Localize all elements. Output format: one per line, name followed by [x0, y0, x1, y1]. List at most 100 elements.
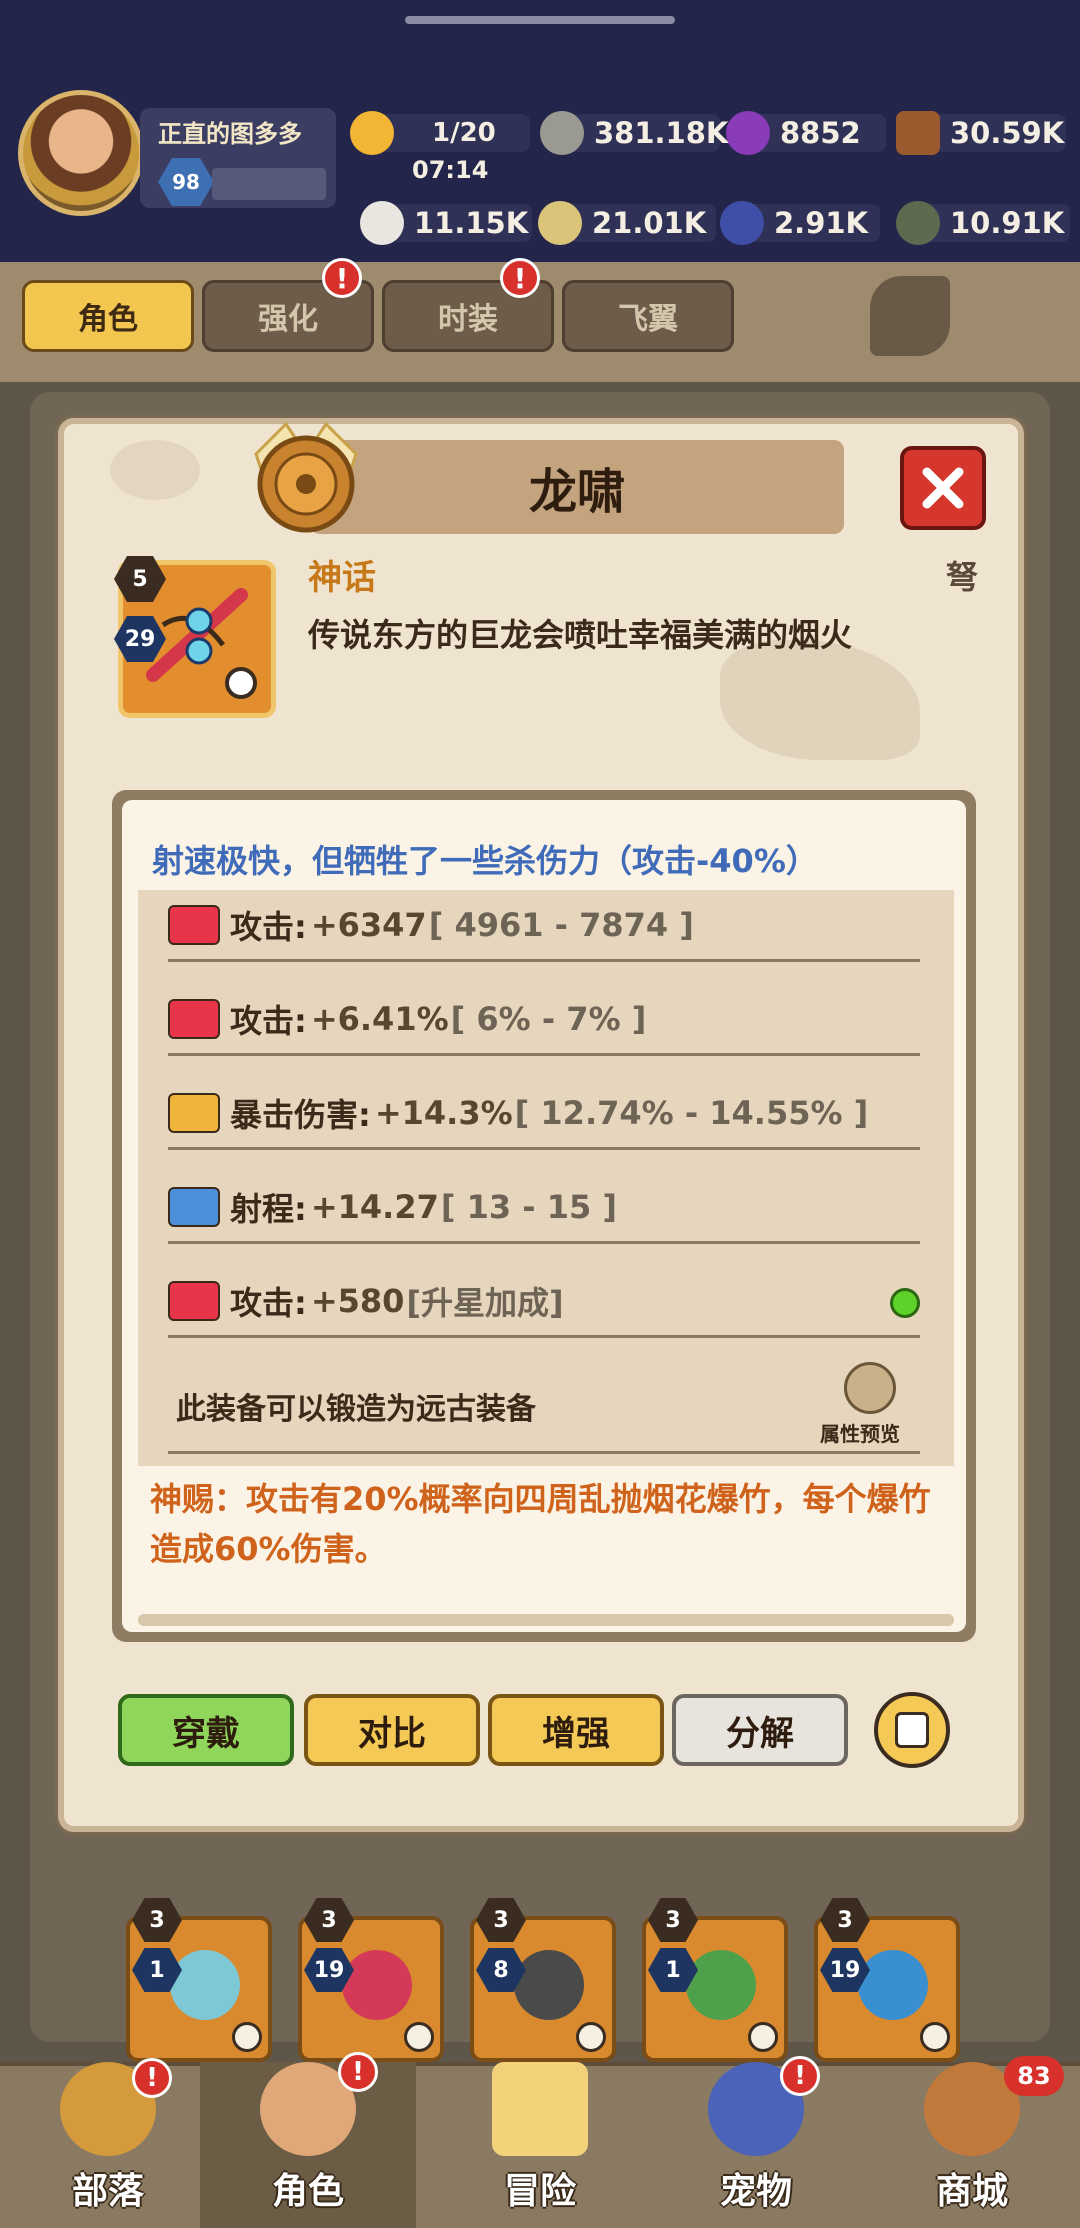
stat-range: [ 12.74% - 14.55% ]: [514, 1093, 869, 1132]
weapon-type-label: 弩: [946, 558, 979, 596]
inventory-slot[interactable]: 3 1: [126, 1898, 272, 2062]
nav-character[interactable]: 角色: [200, 2062, 416, 2228]
weapon-speed-note: 射速极快，但牺牲了一些杀伤力（攻击-40%）: [152, 842, 818, 880]
nav-label: 商城: [935, 2171, 1008, 2212]
range-icon: [168, 1186, 220, 1227]
stone-icon: [540, 111, 584, 155]
wood-resource[interactable]: 30.59K: [896, 110, 1066, 156]
crystal-value: 2.91K: [774, 206, 869, 240]
nav-label: 角色: [271, 2171, 344, 2212]
dragon-tab-icon[interactable]: [870, 276, 950, 356]
bow-item-icon: [170, 1950, 240, 2020]
attack-icon: [168, 1280, 220, 1321]
stat-value: +6347: [310, 905, 427, 944]
inventory-slot[interactable]: 3 19: [814, 1898, 960, 2062]
coin-value: 21.01K: [592, 206, 707, 240]
stone-value: 381.18K: [594, 116, 729, 150]
equip-button[interactable]: 穿戴: [118, 1694, 294, 1766]
ore-icon: [896, 201, 940, 245]
spear-item-icon: [514, 1950, 584, 2020]
player-avatar[interactable]: [18, 90, 144, 216]
purple-gem-resource[interactable]: 8852: [726, 110, 886, 156]
stat-value: +580: [310, 1281, 405, 1320]
lock-icon: [232, 2022, 262, 2052]
tab-fashion-alert-badge: !: [500, 258, 540, 298]
close-icon: [922, 467, 964, 509]
stat-range: [升星加成]: [406, 1283, 564, 1322]
close-button[interactable]: [900, 446, 986, 530]
bone-resource[interactable]: 11.15K: [360, 200, 532, 246]
item-rarity-label: 神话: [308, 558, 376, 598]
stat-name: 攻击:: [230, 1283, 307, 1322]
active-indicator-dot: [890, 1288, 920, 1318]
nav-tribe-alert-badge: !: [132, 2058, 172, 2098]
stat-name: 射程:: [230, 1189, 307, 1228]
player-exp-bar: [212, 168, 326, 200]
forge-hint: 此装备可以锻造为远古装备: [176, 1392, 536, 1427]
wood-icon: [896, 111, 940, 155]
item-description: 传说东方的巨龙会喷吐幸福美满的烟火: [308, 616, 853, 654]
stats-scrollbar[interactable]: [138, 1614, 954, 1626]
nav-pet[interactable]: 宠物: [648, 2062, 864, 2228]
compare-button[interactable]: 对比: [304, 1694, 480, 1766]
stat-name: 攻击:: [230, 1001, 307, 1040]
stamina-resource[interactable]: 1/20: [350, 110, 530, 156]
purple-gem-value: 8852: [780, 116, 861, 150]
stat-row-attack: 攻击: +6347 [ 4961 - 7874 ]: [168, 890, 920, 962]
attack-icon: [168, 998, 220, 1039]
stat-row-range: 射程: +14.27 [ 13 - 15 ]: [168, 1172, 920, 1244]
coin-resource[interactable]: 21.01K: [538, 200, 716, 246]
forge-row: 此装备可以锻造为远古装备 属性预览: [168, 1362, 920, 1454]
scroll-icon[interactable]: [844, 1362, 896, 1414]
ore-resource[interactable]: 10.91K: [896, 200, 1070, 246]
stat-value: +6.41%: [310, 999, 449, 1038]
crit-icon: [168, 1092, 220, 1133]
attack-icon: [168, 904, 220, 945]
nav-adventure[interactable]: 冒险: [432, 2062, 648, 2228]
inventory-slot[interactable]: 3 19: [298, 1898, 444, 2062]
tab-wings[interactable]: 飞翼: [562, 280, 734, 352]
tab-enhance-alert-badge: !: [322, 258, 362, 298]
nav-pet-alert-badge: !: [780, 2056, 820, 2096]
lock-button[interactable]: [874, 1692, 950, 1768]
ring-item-icon: [858, 1950, 928, 2020]
crossbow-item-icon: [342, 1950, 412, 2020]
stat-name: 攻击:: [230, 907, 307, 946]
decompose-button[interactable]: 分解: [672, 1694, 848, 1766]
lock-icon: [748, 2022, 778, 2052]
inventory-slot[interactable]: 3 8: [470, 1898, 616, 2062]
dialog-background-pattern: [110, 440, 200, 500]
stat-row-crit-damage: 暴击伤害: +14.3% [ 12.74% - 14.55% ]: [168, 1078, 920, 1150]
lock-icon: [895, 1712, 929, 1748]
stat-name: 暴击伤害:: [230, 1095, 371, 1134]
lock-icon: [404, 2022, 434, 2052]
ore-value: 10.91K: [950, 206, 1065, 240]
nav-tribe[interactable]: 部落: [0, 2062, 216, 2228]
bone-icon: [360, 201, 404, 245]
player-name: 正直的图多多: [158, 120, 302, 148]
purple-gem-icon: [726, 111, 770, 155]
divine-skill-description: 神赐：攻击有20%概率向四周乱抛烟花爆竹，每个爆竹造成60%伤害。: [150, 1480, 931, 1568]
mythic-medal-icon: [254, 421, 358, 533]
stat-value: +14.27: [310, 1187, 439, 1226]
bone-value: 11.15K: [414, 206, 529, 240]
stat-range: [ 13 - 15 ]: [440, 1187, 617, 1226]
crystal-resource[interactable]: 2.91K: [720, 200, 880, 246]
stamina-icon: [350, 111, 394, 155]
map-icon: [492, 2062, 588, 2156]
nav-label: 冒险: [503, 2171, 576, 2212]
lock-icon: [576, 2022, 606, 2052]
nav-shop-count-badge: 83: [1004, 2056, 1064, 2096]
stat-range: [ 4961 - 7874 ]: [428, 905, 694, 944]
home-indicator: [405, 16, 675, 24]
attribute-preview-label[interactable]: 属性预览: [820, 1418, 900, 1447]
lock-icon: [920, 2022, 950, 2052]
stone-resource[interactable]: 381.18K: [540, 110, 728, 156]
nav-label: 部落: [71, 2171, 144, 2212]
enhance-button[interactable]: 增强: [488, 1694, 664, 1766]
stat-range: [ 6% - 7% ]: [450, 999, 647, 1038]
inventory-slot[interactable]: 3 1: [642, 1898, 788, 2062]
crystal-icon: [720, 201, 764, 245]
nav-label: 宠物: [719, 2171, 792, 2212]
tab-character[interactable]: 角色: [22, 280, 194, 352]
